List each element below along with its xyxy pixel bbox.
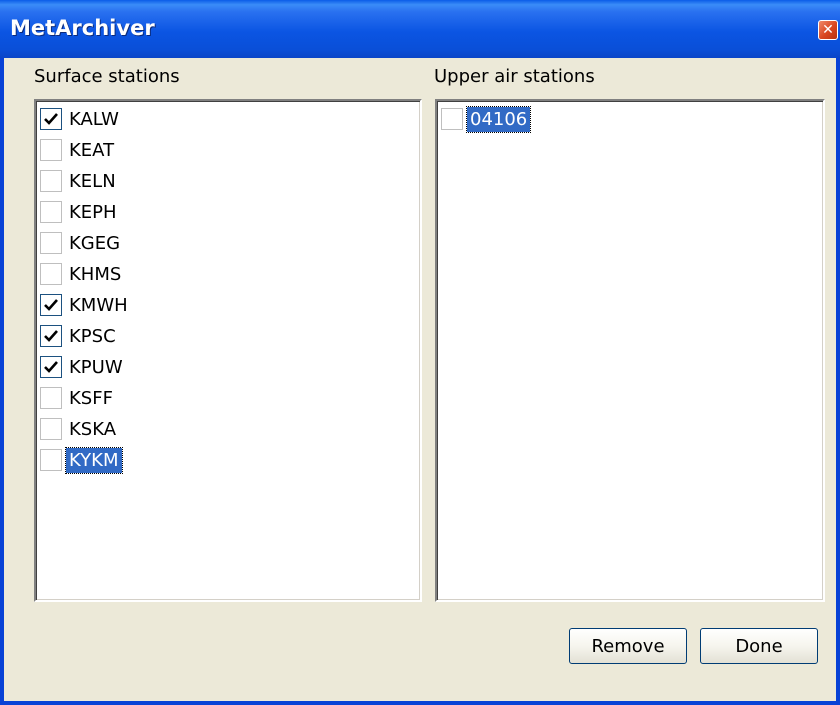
done-button[interactable]: Done — [700, 628, 818, 664]
surface-stations-list[interactable]: KALW KEAT KELN KEPH KGEG KHMS KMWH KPSC KPUW KSFF… — [34, 99, 422, 602]
checkbox-unchecked[interactable] — [40, 387, 62, 409]
surface-stations-label: Surface stations — [34, 66, 180, 87]
checkmark-icon — [44, 330, 58, 342]
metarchiver-window: MetArchiver ✕ Surface stations KALW KEAT K… — [0, 0, 840, 705]
checkbox-checked[interactable] — [40, 294, 62, 316]
checkbox-unchecked[interactable] — [441, 108, 463, 130]
surface-list-item[interactable]: KSKA — [40, 414, 119, 444]
surface-station-label: KYKM — [65, 446, 123, 474]
surface-station-label: KHMS — [69, 263, 122, 285]
checkbox-unchecked[interactable] — [40, 232, 62, 254]
surface-station-label: KSKA — [69, 418, 117, 440]
surface-list-item[interactable]: KPUW — [40, 352, 126, 382]
title-bar[interactable]: MetArchiver ✕ — [0, 0, 840, 58]
surface-list-item[interactable]: KSFF — [40, 383, 116, 413]
remove-button[interactable]: Remove — [569, 628, 687, 664]
checkbox-checked[interactable] — [40, 356, 62, 378]
surface-station-label: KEPH — [69, 201, 117, 223]
surface-station-label: KGEG — [69, 232, 121, 254]
surface-station-label: KELN — [69, 170, 116, 192]
checkmark-icon — [44, 113, 58, 125]
surface-list-item[interactable]: KMWH — [40, 290, 131, 320]
upper-air-list-item[interactable]: 04106 — [441, 104, 532, 134]
surface-station-label: KPUW — [69, 356, 123, 378]
surface-station-label: KALW — [69, 108, 119, 130]
checkbox-unchecked[interactable] — [40, 170, 62, 192]
upper-air-station-label: 04106 — [465, 105, 532, 133]
surface-station-label: KPSC — [69, 325, 116, 347]
checkbox-unchecked[interactable] — [40, 418, 62, 440]
checkbox-unchecked[interactable] — [40, 201, 62, 223]
checkbox-checked[interactable] — [40, 108, 62, 130]
checkbox-unchecked[interactable] — [40, 139, 62, 161]
surface-list-item[interactable]: KEPH — [40, 197, 120, 227]
surface-list-item[interactable]: KALW — [40, 104, 122, 134]
checkbox-checked[interactable] — [40, 325, 62, 347]
surface-list-item[interactable]: KHMS — [40, 259, 124, 289]
checkmark-icon — [44, 299, 58, 311]
checkmark-icon — [44, 361, 58, 373]
surface-station-label: KEAT — [69, 139, 115, 161]
upper-air-stations-list[interactable]: 04106 — [435, 99, 825, 602]
close-button[interactable]: ✕ — [818, 20, 838, 40]
surface-list-item[interactable]: KELN — [40, 166, 119, 196]
upper-air-stations-label: Upper air stations — [434, 66, 595, 87]
surface-list-item[interactable]: KEAT — [40, 135, 117, 165]
surface-station-label: KMWH — [69, 294, 128, 316]
surface-list-item[interactable]: KYKM — [40, 445, 123, 475]
surface-list-item[interactable]: KGEG — [40, 228, 123, 258]
close-icon: ✕ — [822, 22, 834, 38]
checkbox-unchecked[interactable] — [40, 449, 62, 471]
checkbox-unchecked[interactable] — [40, 263, 62, 285]
surface-list-item[interactable]: KPSC — [40, 321, 119, 351]
surface-station-label: KSFF — [69, 387, 113, 409]
window-title: MetArchiver — [10, 16, 155, 40]
